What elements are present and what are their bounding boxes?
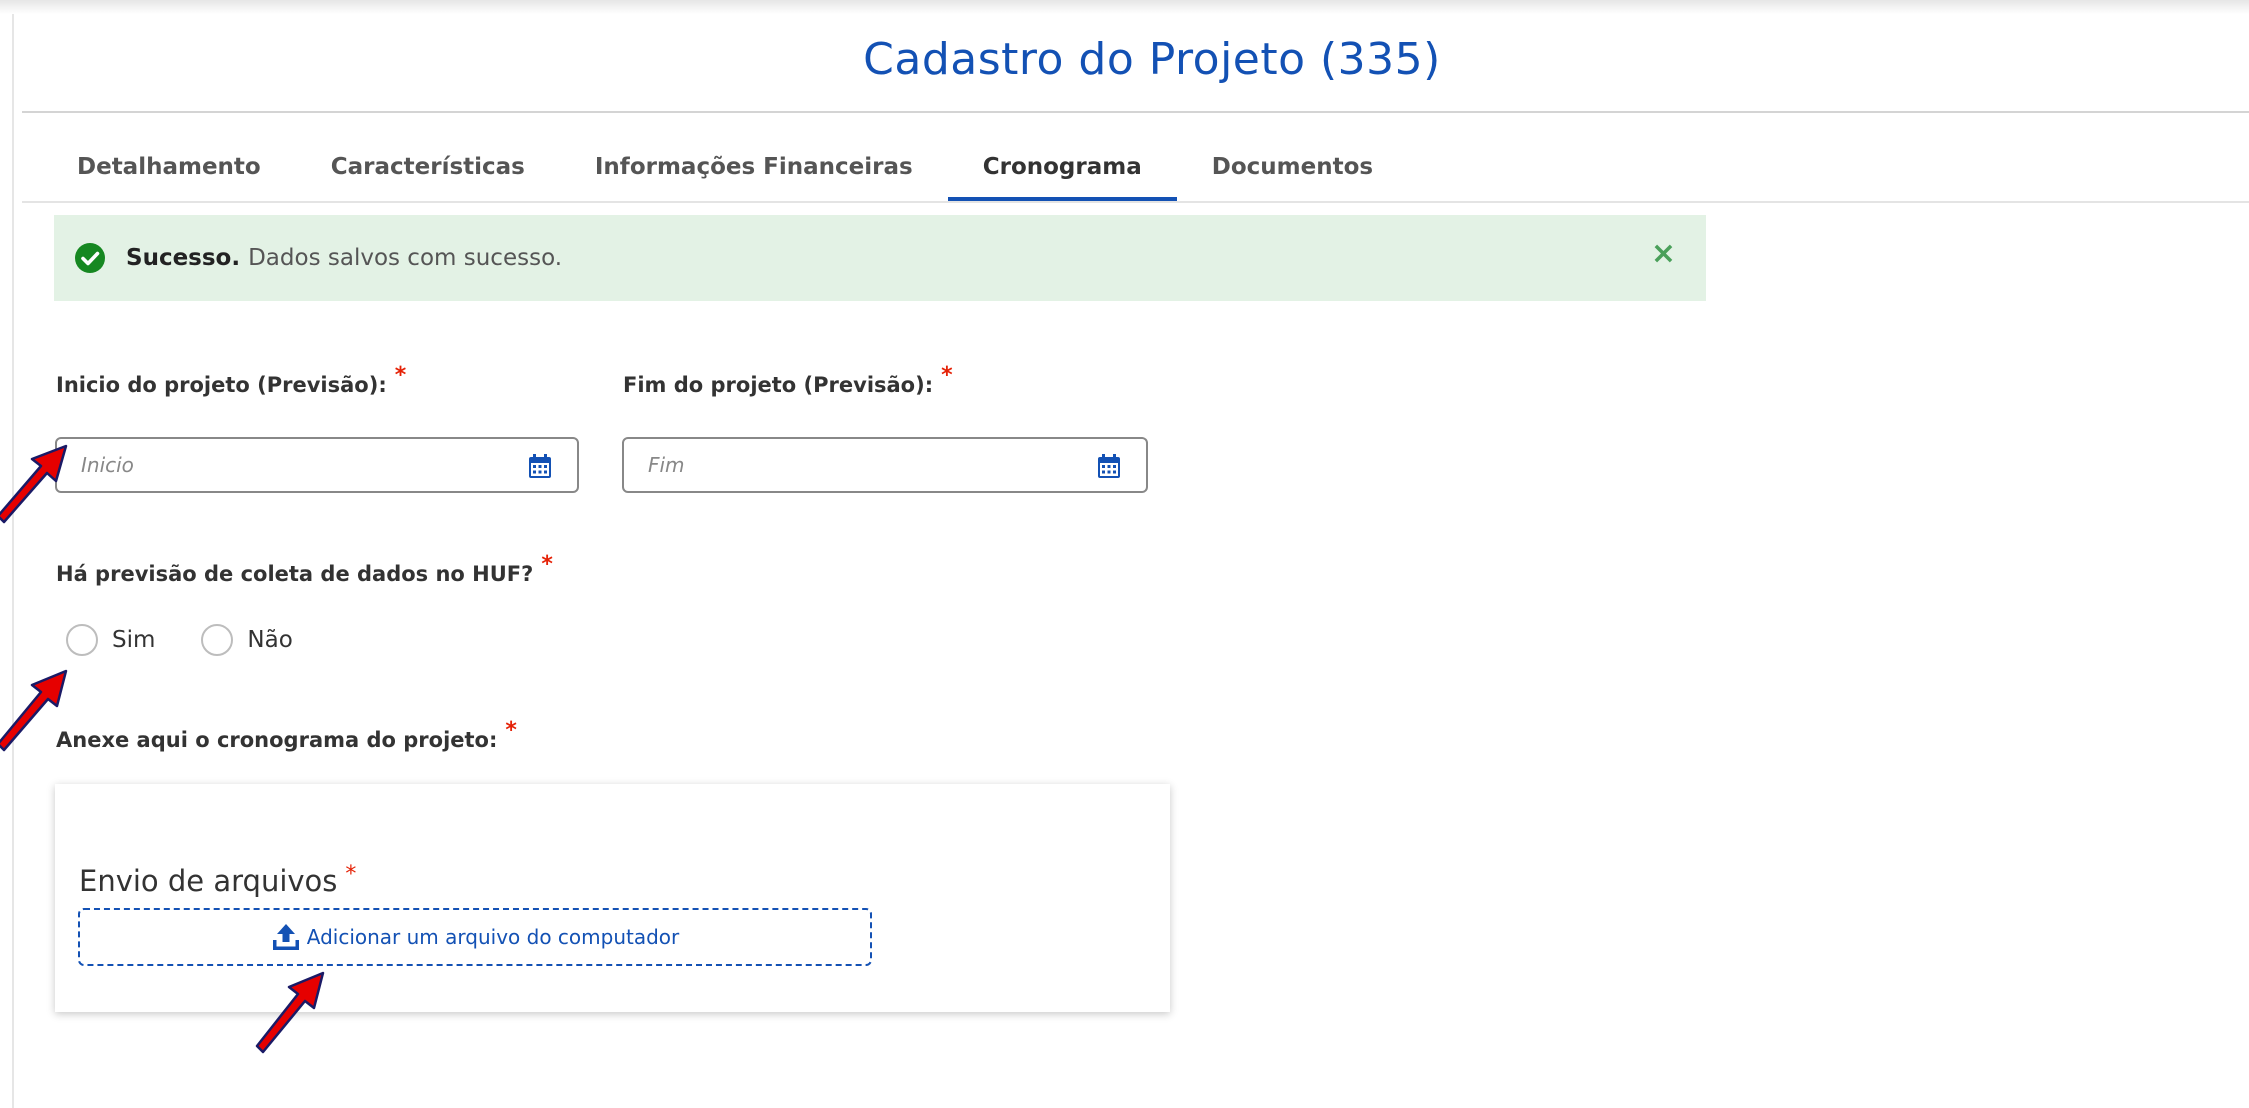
page-title: Cadastro do Projeto (335) bbox=[863, 34, 1441, 85]
calendar-icon[interactable] bbox=[529, 454, 551, 478]
required-asterisk: * bbox=[941, 363, 953, 388]
title-divider bbox=[22, 111, 2249, 113]
end-date-label: Fim do projeto (Previsão): * bbox=[623, 363, 953, 398]
required-asterisk: * bbox=[394, 363, 407, 388]
alert-message: Dados salvos com sucesso. bbox=[248, 245, 563, 271]
upload-icon bbox=[272, 924, 299, 950]
tab-documentos[interactable]: Documentos bbox=[1177, 140, 1408, 202]
left-border bbox=[12, 14, 14, 1108]
start-date-input[interactable]: Inicio bbox=[55, 437, 579, 493]
tabs-divider bbox=[22, 201, 2249, 203]
tab-detalhamento[interactable]: Detalhamento bbox=[42, 140, 296, 202]
tab-bar: Detalhamento Características Informações… bbox=[42, 140, 1408, 202]
radio-option-sim[interactable]: Sim bbox=[66, 624, 155, 656]
end-date-input[interactable]: Fim bbox=[622, 437, 1148, 493]
data-collection-label: Há previsão de coleta de dados no HUF? * bbox=[56, 552, 553, 587]
end-date-label-text: Fim do projeto (Previsão): bbox=[623, 373, 934, 397]
tab-cronograma[interactable]: Cronograma bbox=[947, 140, 1177, 202]
radio-nao[interactable] bbox=[201, 624, 234, 656]
required-asterisk: * bbox=[505, 718, 517, 743]
end-date-placeholder: Fim bbox=[648, 453, 685, 477]
page: Cadastro do Projeto (335) Detalhamento C… bbox=[0, 0, 2249, 1108]
data-collection-label-text: Há previsão de coleta de dados no HUF? bbox=[56, 562, 534, 586]
data-collection-radio-group: Sim Não bbox=[66, 624, 339, 656]
start-date-placeholder: Inicio bbox=[81, 453, 134, 477]
radio-option-nao[interactable]: Não bbox=[201, 624, 293, 656]
required-asterisk: * bbox=[541, 552, 553, 577]
start-date-label-text: Inicio do projeto (Previsão): bbox=[56, 373, 387, 397]
close-icon[interactable]: × bbox=[1651, 239, 1676, 269]
add-file-button-label: Adicionar um arquivo do computador bbox=[306, 925, 680, 949]
check-circle-icon bbox=[75, 243, 105, 273]
schedule-attachment-label: Anexe aqui o cronograma do projeto: * bbox=[56, 718, 517, 753]
tab-caracteristicas[interactable]: Características bbox=[296, 140, 560, 202]
radio-sim[interactable] bbox=[66, 624, 98, 656]
radio-sim-label[interactable]: Sim bbox=[112, 627, 155, 653]
upload-title: Envio de arquivos * bbox=[79, 862, 357, 898]
schedule-attachment-label-text: Anexe aqui o cronograma do projeto: bbox=[56, 728, 498, 752]
add-file-button[interactable]: Adicionar um arquivo do computador bbox=[78, 908, 872, 966]
required-asterisk: * bbox=[345, 862, 357, 887]
top-shadow bbox=[0, 0, 2249, 14]
success-alert: Sucesso. Dados salvos com sucesso. × bbox=[54, 215, 1706, 301]
calendar-icon[interactable] bbox=[1098, 454, 1120, 478]
tab-informacoes-financeiras[interactable]: Informações Financeiras bbox=[560, 140, 948, 202]
alert-title: Sucesso. bbox=[126, 245, 241, 271]
upload-title-text: Envio de arquivos bbox=[79, 864, 338, 898]
file-upload-card: Envio de arquivos * Adicionar um arquivo … bbox=[55, 784, 1170, 1012]
start-date-label: Inicio do projeto (Previsão): * bbox=[56, 363, 406, 398]
radio-nao-label[interactable]: Não bbox=[247, 627, 292, 653]
